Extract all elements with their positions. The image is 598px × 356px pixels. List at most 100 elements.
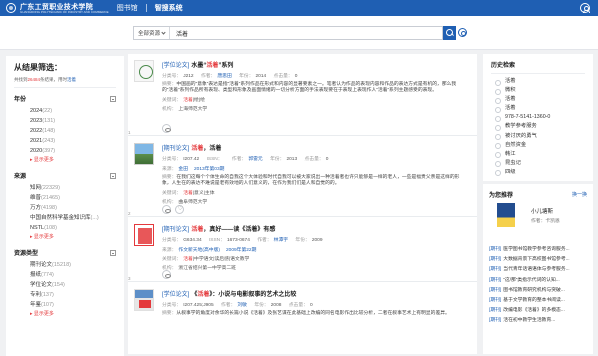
search-input[interactable]: [170, 27, 442, 39]
book-cover[interactable]: [134, 143, 154, 165]
recommend-item[interactable]: [期刊] 图书馆教育研究机构与突破...: [489, 286, 587, 296]
collapse-icon[interactable]: [110, 249, 116, 256]
search-box: 全部资源: [133, 26, 443, 40]
result-abstract: 摘要：在我们这每个个体生命的自我这个大体验和时代自我可以被大家说出一种活着者也许…: [162, 175, 460, 187]
search-scope-select[interactable]: 全部资源: [134, 27, 170, 39]
view-icon[interactable]: [162, 270, 171, 279]
search-button[interactable]: [443, 26, 456, 40]
history-item[interactable]: 被讨厌的勇气: [491, 132, 585, 141]
filter-source-label: 来源: [14, 174, 27, 180]
hit-middle: 条结果，用时: [40, 77, 68, 82]
result-title[interactable]: [学位论文] 水墨“活着”系列: [162, 60, 472, 69]
result-keywords: 关键词： 活着|意义|主体: [162, 191, 215, 197]
history-item[interactable]: 活着: [491, 77, 585, 86]
library-link[interactable]: 图书馆: [117, 3, 138, 13]
result-title[interactable]: [期刊论文] 活着，真好——读《活着》有感: [162, 224, 472, 233]
filter-year-item[interactable]: 2022(148): [14, 126, 116, 136]
filter-type-item[interactable]: 报纸(774): [14, 270, 116, 280]
recommend-item[interactable]: [期刊] “这/那”类指示代词的认知...: [489, 276, 587, 286]
history-item[interactable]: 活着: [491, 95, 585, 104]
book-cover[interactable]: [134, 60, 154, 82]
results-list: [学位论文] 水墨“活着”系列 分类号： J212 作者： 唐思田 年份： 2014 点…: [128, 54, 477, 354]
recommend-book-name[interactable]: 小儿塘斯: [531, 207, 553, 215]
filter-year-item[interactable]: 2023(131): [14, 116, 116, 126]
refresh-button[interactable]: 换一换: [572, 191, 587, 198]
history-item[interactable]: 教学参考服务: [491, 122, 585, 132]
hit-prefix: 共找到: [14, 77, 28, 82]
filter-source-item[interactable]: 中国自然科学基金知识库(...): [14, 213, 116, 223]
result-org: 机构： 浙江省绍兴第一中学高二班: [162, 266, 236, 271]
user-account-icon[interactable]: [580, 3, 590, 13]
filter-year-item[interactable]: 2020(397): [14, 146, 116, 156]
result-meta: 分类号： I207.42 ISSN： 作者： 郭雷元 年份： 2013 点击量： 0: [162, 157, 329, 162]
result-item: [学位论文] 水墨“活着”系列 分类号： J212 作者： 唐思田 年份： 2014 点…: [128, 54, 477, 136]
school-name-en: GUANGDONG POLYTECHNIC OF INDUSTRY AND CO…: [20, 9, 109, 14]
search-bar: 全部资源: [0, 16, 598, 50]
view-icon[interactable]: [162, 205, 171, 214]
show-more-link[interactable]: 显示更多: [14, 233, 116, 242]
filter-year-item[interactable]: 2024(22): [14, 106, 116, 116]
filter-source-item[interactable]: 知网(22329): [14, 183, 116, 193]
author-link[interactable]: 唐思田: [217, 74, 231, 79]
collapse-icon[interactable]: [110, 95, 116, 102]
history-item[interactable]: 四级: [491, 168, 585, 177]
result-org: 机构： 曲阜师范大学: [162, 200, 208, 206]
recommend-item[interactable]: [期刊] 改编电影《活着》的多模态...: [489, 306, 587, 316]
source-link[interactable]: 作文新天地(高中版): [178, 248, 220, 253]
result-org: 机构： 上海师范大学: [162, 107, 208, 113]
result-source: 来源： 金田 2013年第03期: [162, 167, 225, 172]
filter-source-item[interactable]: 万方(4198): [14, 203, 116, 213]
school-logo-icon[interactable]: [6, 3, 16, 13]
school-name[interactable]: 广东工贸职业技术学院 GUANGDONG POLYTECHNIC OF INDU…: [20, 3, 109, 14]
filter-year-label: 年份: [14, 97, 27, 103]
source-link[interactable]: 金田: [178, 167, 188, 172]
recommend-item[interactable]: [期刊] 当代青年话语语体与参考服务...: [489, 265, 587, 275]
filter-source-item[interactable]: NSTL(108): [14, 223, 116, 233]
book-cover[interactable]: [134, 224, 154, 246]
view-icon[interactable]: [162, 124, 171, 133]
filter-type-item[interactable]: 学位论文(154): [14, 280, 116, 290]
advanced-search-icon[interactable]: [458, 28, 467, 37]
recommend-book[interactable]: 小儿塘斯 作者：卡凯恩: [489, 203, 587, 243]
result-title[interactable]: [期刊论文] 活着，活着: [162, 143, 472, 152]
issue-link[interactable]: 2009年第22期: [226, 248, 256, 253]
top-bar: 广东工贸职业技术学院 GUANGDONG POLYTECHNIC OF INDU…: [0, 0, 598, 16]
filter-type-item[interactable]: 年鉴(107): [14, 300, 116, 310]
collapse-icon[interactable]: [110, 172, 116, 179]
history-item[interactable]: 活着: [491, 104, 585, 113]
issue-link[interactable]: 2013年第03期: [194, 167, 224, 172]
filter-year-item[interactable]: 2021(243): [14, 136, 116, 146]
book-cover[interactable]: [134, 289, 154, 311]
filter-type: 资源类型 期刊论文(15218) 报纸(774) 学位论文(154) 专利(13…: [14, 248, 116, 319]
recommend-item[interactable]: [期刊] 活在初中教学生活教育...: [489, 316, 587, 326]
history-item[interactable]: 昆虫记: [491, 159, 585, 168]
filter-source-header[interactable]: 来源: [14, 171, 116, 180]
book-cover[interactable]: [497, 203, 515, 227]
history-item[interactable]: 978-7-5141-1360-0: [491, 113, 585, 122]
recommend-item[interactable]: [期刊] 基于文学教育的整本书阅读...: [489, 296, 587, 306]
show-more-link[interactable]: 显示更多: [14, 156, 116, 165]
result-title[interactable]: [学位论文] 《活着》：小说与电影叙事的艺术之比较: [162, 289, 472, 298]
filter-type-item[interactable]: 期刊论文(15218): [14, 260, 116, 270]
filter-type-item[interactable]: 专利(137): [14, 290, 116, 300]
filter-type-header[interactable]: 资源类型: [14, 248, 116, 257]
history-item[interactable]: 自然资金: [491, 141, 585, 150]
filter-source-item[interactable]: 维普(21465): [14, 193, 116, 203]
result-index: 3: [128, 276, 131, 281]
author-link[interactable]: 刘敏: [237, 303, 247, 308]
result-meta: 分类号： J212 作者： 唐思田 年份： 2014 点击量： 0: [162, 74, 298, 79]
favorite-icon[interactable]: [175, 205, 184, 214]
chevron-down-icon: [161, 29, 166, 35]
author-link[interactable]: 郭雷元: [248, 157, 262, 162]
recommend-item[interactable]: [期刊] 大数据背景下高校图书馆参考...: [489, 255, 587, 265]
result-index: 1: [128, 130, 131, 135]
header-divider: [145, 4, 147, 12]
filter-type-label: 资源类型: [14, 251, 39, 257]
history-item[interactable]: 微积: [491, 86, 585, 95]
system-title[interactable]: 智搜系统: [155, 3, 183, 13]
recommend-item[interactable]: [期刊] 医学图书馆教学参考咨询服务...: [489, 245, 587, 255]
author-link[interactable]: 林潭宇: [274, 238, 288, 243]
history-item[interactable]: 韩江: [491, 150, 585, 159]
show-more-link[interactable]: 显示更多: [14, 310, 116, 319]
filter-year-header[interactable]: 年份: [14, 94, 116, 103]
